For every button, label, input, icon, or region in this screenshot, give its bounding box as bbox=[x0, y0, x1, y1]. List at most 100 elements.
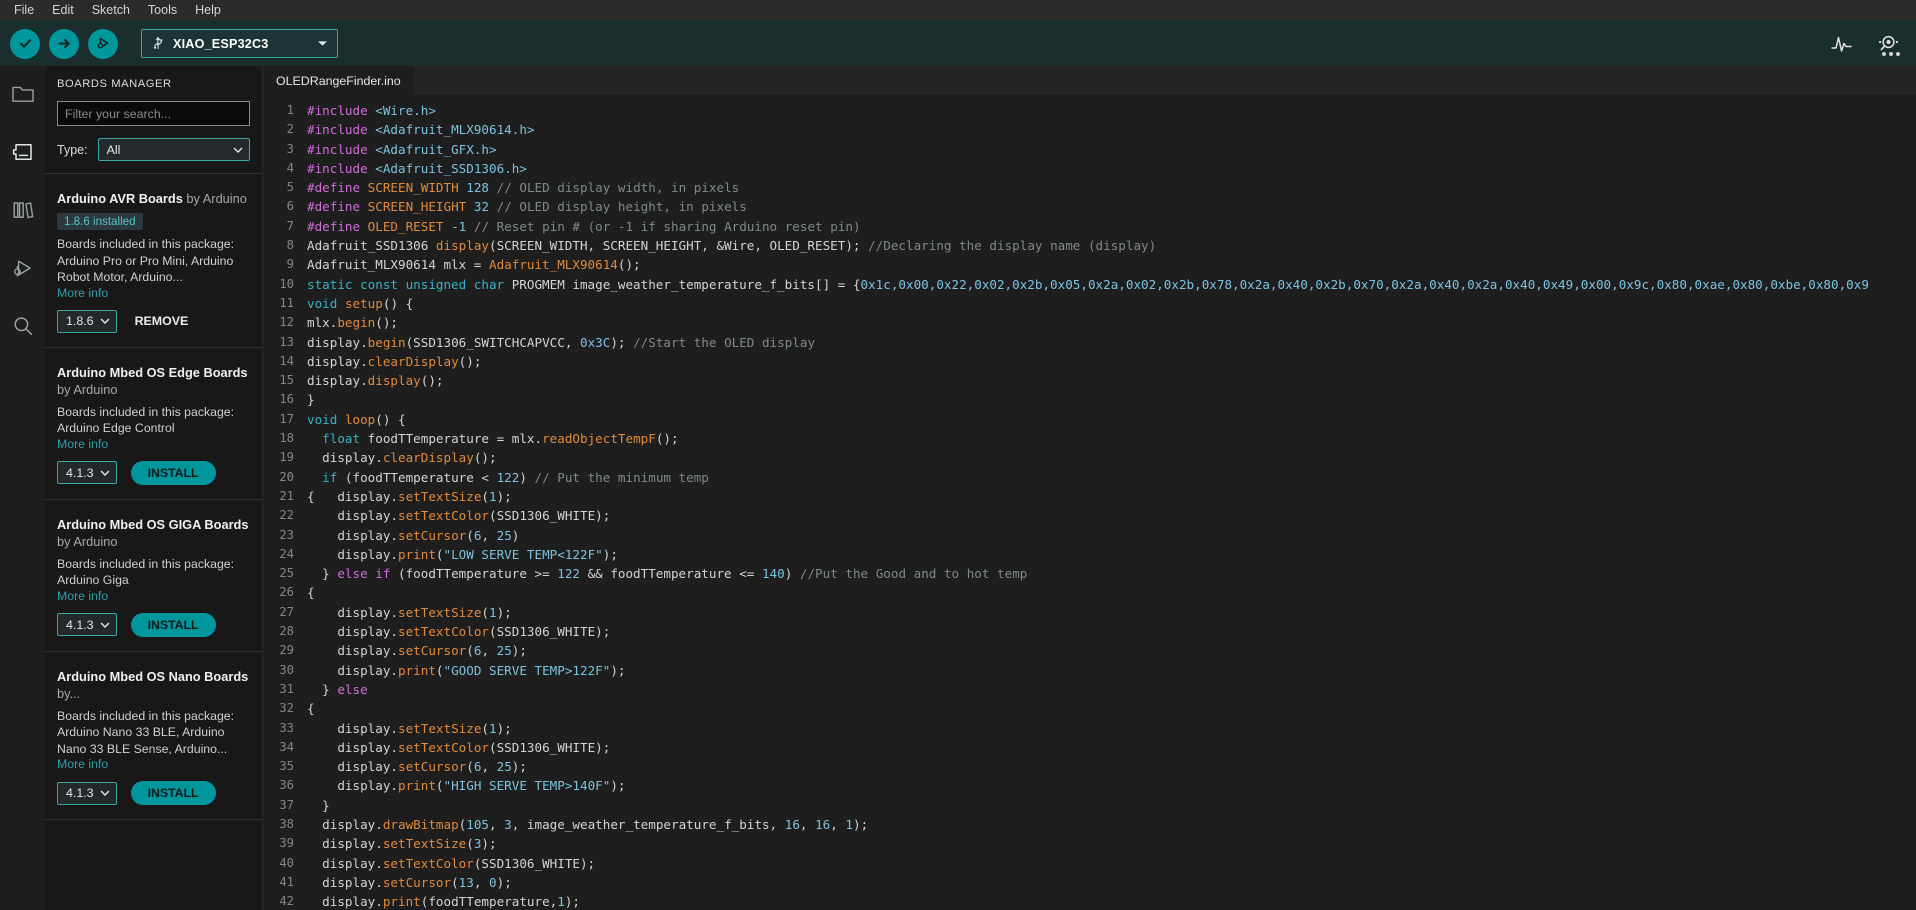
line-source[interactable]: float foodTTemperature = mlx.readObjectT… bbox=[307, 429, 1916, 448]
line-source[interactable]: display.setCursor(6, 25) bbox=[307, 526, 1916, 545]
line-source[interactable]: display.print("LOW SERVE TEMP<122F"); bbox=[307, 545, 1916, 564]
code-line[interactable]: 16} bbox=[263, 390, 1916, 409]
code-line[interactable]: 11 void setup() { bbox=[263, 294, 1916, 313]
code-line[interactable]: 38 display.drawBitmap(105, 3, image_weat… bbox=[263, 815, 1916, 834]
line-source[interactable]: display.print(foodTTemperature,1); bbox=[307, 892, 1916, 910]
source-code[interactable]: 1 #include <Wire.h> 2 #include <Adafruit_ML… bbox=[263, 101, 1916, 910]
code-line[interactable]: 2 #include <Adafruit_MLX90614.h> bbox=[263, 120, 1916, 139]
line-source[interactable]: #define OLED_RESET -1 // Reset pin # (or… bbox=[307, 217, 1916, 236]
serial-monitor-icon[interactable] bbox=[1875, 33, 1902, 54]
line-source[interactable]: display.begin(SSD1306_SWITCHCAPVCC, 0x3C… bbox=[307, 333, 1916, 352]
code-line[interactable]: 6 #define SCREEN_HEIGHT 32 // OLED displa… bbox=[263, 197, 1916, 216]
code-line[interactable]: 9 Adafruit_MLX90614 mlx = Adafruit_MLX906… bbox=[263, 255, 1916, 274]
code-line[interactable]: 19 display.clearDisplay(); bbox=[263, 448, 1916, 467]
code-line[interactable]: 41 display.setCursor(13, 0); bbox=[263, 873, 1916, 892]
line-source[interactable]: mlx.begin(); bbox=[307, 313, 1916, 332]
version-select[interactable]: 4.1.3 bbox=[57, 781, 117, 805]
remove-button[interactable]: REMOVE bbox=[131, 314, 193, 328]
code-line[interactable]: 23 display.setCursor(6, 25) bbox=[263, 526, 1916, 545]
line-source[interactable]: display.setCursor(6, 25); bbox=[307, 757, 1916, 776]
code-viewport[interactable]: 1 #include <Wire.h> 2 #include <Adafruit_ML… bbox=[263, 95, 1916, 910]
version-select[interactable]: 1.8.6 bbox=[57, 309, 117, 333]
line-source[interactable]: display.setCursor(6, 25); bbox=[307, 641, 1916, 660]
boards-manager-icon[interactable] bbox=[7, 136, 39, 168]
line-source[interactable]: } else bbox=[307, 680, 1916, 699]
version-select[interactable]: 4.1.3 bbox=[57, 461, 117, 484]
line-source[interactable]: #include <Wire.h> bbox=[307, 101, 1916, 120]
package-item[interactable]: Arduino AVR Boards by Arduino 1.8.6 inst… bbox=[45, 174, 262, 348]
code-line[interactable]: 12 mlx.begin(); bbox=[263, 313, 1916, 332]
code-line[interactable]: 4 #include <Adafruit_SSD1306.h> bbox=[263, 159, 1916, 178]
menu-item-sketch[interactable]: Sketch bbox=[83, 1, 139, 20]
code-line[interactable]: 33 display.setTextSize(1); bbox=[263, 719, 1916, 738]
code-line[interactable]: 22 display.setTextColor(SSD1306_WHITE); bbox=[263, 506, 1916, 525]
code-line[interactable]: 13 display.begin(SSD1306_SWITCHCAPVCC, 0x… bbox=[263, 333, 1916, 352]
menu-item-file[interactable]: File bbox=[5, 1, 43, 20]
code-line[interactable]: 3 #include <Adafruit_GFX.h> bbox=[263, 140, 1916, 159]
line-source[interactable]: Adafruit_MLX90614 mlx = Adafruit_MLX9061… bbox=[307, 255, 1916, 274]
line-source[interactable]: display.setTextColor(SSD1306_WHITE); bbox=[307, 738, 1916, 757]
line-source[interactable]: display.setTextColor(SSD1306_WHITE); bbox=[307, 506, 1916, 525]
line-source[interactable]: if (foodTTemperature < 122) // Put the m… bbox=[307, 468, 1916, 487]
board-selector[interactable]: XIAO_ESP32C3 bbox=[141, 29, 338, 58]
line-source[interactable]: #define SCREEN_HEIGHT 32 // OLED display… bbox=[307, 197, 1916, 216]
more-info-link[interactable]: More info bbox=[57, 286, 250, 300]
line-source[interactable]: { display.setTextSize(1); bbox=[307, 487, 1916, 506]
sketchbook-folder-icon[interactable] bbox=[7, 78, 39, 110]
code-line[interactable]: 10 static const unsigned char PROGMEM ima… bbox=[263, 275, 1916, 294]
menu-item-edit[interactable]: Edit bbox=[43, 1, 83, 20]
version-select[interactable]: 4.1.3 bbox=[57, 613, 117, 636]
line-source[interactable]: display.print("GOOD SERVE TEMP>122F"); bbox=[307, 661, 1916, 680]
serial-plotter-icon[interactable] bbox=[1830, 33, 1853, 54]
line-source[interactable]: static const unsigned char PROGMEM image… bbox=[307, 275, 1916, 294]
more-options-icon[interactable] bbox=[1882, 52, 1900, 56]
code-line[interactable]: 24 display.print("LOW SERVE TEMP<122F"); bbox=[263, 545, 1916, 564]
code-line[interactable]: 25 } else if (foodTTemperature >= 122 &&… bbox=[263, 564, 1916, 583]
code-line[interactable]: 34 display.setTextColor(SSD1306_WHITE); bbox=[263, 738, 1916, 757]
code-line[interactable]: 37 } bbox=[263, 796, 1916, 815]
line-source[interactable]: display.setTextColor(SSD1306_WHITE); bbox=[307, 622, 1916, 641]
line-source[interactable]: #include <Adafruit_SSD1306.h> bbox=[307, 159, 1916, 178]
package-item[interactable]: Arduino Mbed OS GIGA Boards by Arduino B… bbox=[45, 500, 262, 652]
line-source[interactable]: display.clearDisplay(); bbox=[307, 448, 1916, 467]
install-button[interactable]: INSTALL bbox=[130, 612, 216, 637]
filter-search-input[interactable] bbox=[57, 101, 250, 126]
code-line[interactable]: 8 Adafruit_SSD1306 display(SCREEN_WIDTH, … bbox=[263, 236, 1916, 255]
line-source[interactable]: { bbox=[307, 583, 1916, 602]
tab-sketch-file[interactable]: OLEDRangeFinder.ino bbox=[263, 66, 415, 95]
menu-item-tools[interactable]: Tools bbox=[139, 1, 186, 20]
code-line[interactable]: 26 { bbox=[263, 583, 1916, 602]
code-line[interactable]: 1 #include <Wire.h> bbox=[263, 101, 1916, 120]
line-source[interactable]: display.setTextSize(1); bbox=[307, 719, 1916, 738]
debug-button[interactable] bbox=[88, 28, 118, 59]
code-line[interactable]: 39 display.setTextSize(3); bbox=[263, 834, 1916, 853]
package-item[interactable]: Arduino Mbed OS Edge Boards by Arduino B… bbox=[45, 348, 262, 500]
install-button[interactable]: INSTALL bbox=[130, 460, 216, 485]
code-line[interactable]: 5 #define SCREEN_WIDTH 128 // OLED displa… bbox=[263, 178, 1916, 197]
line-source[interactable]: #include <Adafruit_GFX.h> bbox=[307, 140, 1916, 159]
verify-button[interactable] bbox=[10, 28, 40, 59]
line-source[interactable]: #include <Adafruit_MLX90614.h> bbox=[307, 120, 1916, 139]
line-source[interactable]: } bbox=[307, 796, 1916, 815]
code-line[interactable]: 18 float foodTTemperature = mlx.readObje… bbox=[263, 429, 1916, 448]
upload-button[interactable] bbox=[49, 28, 79, 59]
package-item[interactable]: Arduino Mbed OS Nano Boards by... Boards… bbox=[45, 652, 262, 820]
line-source[interactable]: display.clearDisplay(); bbox=[307, 352, 1916, 371]
install-button[interactable]: INSTALL bbox=[130, 781, 216, 805]
code-line[interactable]: 21 { display.setTextSize(1); bbox=[263, 487, 1916, 506]
code-line[interactable]: 15 display.display(); bbox=[263, 371, 1916, 390]
line-source[interactable]: display.setTextColor(SSD1306_WHITE); bbox=[307, 854, 1916, 873]
code-line[interactable]: 32 { bbox=[263, 699, 1916, 718]
line-source[interactable]: display.drawBitmap(105, 3, image_weather… bbox=[307, 815, 1916, 834]
line-source[interactable]: } else if (foodTTemperature >= 122 && fo… bbox=[307, 564, 1916, 583]
code-line[interactable]: 42 display.print(foodTTemperature,1); bbox=[263, 892, 1916, 910]
line-source[interactable]: display.setTextSize(1); bbox=[307, 603, 1916, 622]
code-line[interactable]: 17 void loop() { bbox=[263, 410, 1916, 429]
debug-activity-icon[interactable] bbox=[7, 252, 39, 284]
code-line[interactable]: 28 display.setTextColor(SSD1306_WHITE); bbox=[263, 622, 1916, 641]
code-line[interactable]: 30 display.print("GOOD SERVE TEMP>122F")… bbox=[263, 661, 1916, 680]
code-line[interactable]: 29 display.setCursor(6, 25); bbox=[263, 641, 1916, 660]
more-info-link[interactable]: More info bbox=[57, 757, 250, 771]
code-line[interactable]: 35 display.setCursor(6, 25); bbox=[263, 757, 1916, 776]
code-line[interactable]: 20 if (foodTTemperature < 122) // Put th… bbox=[263, 468, 1916, 487]
